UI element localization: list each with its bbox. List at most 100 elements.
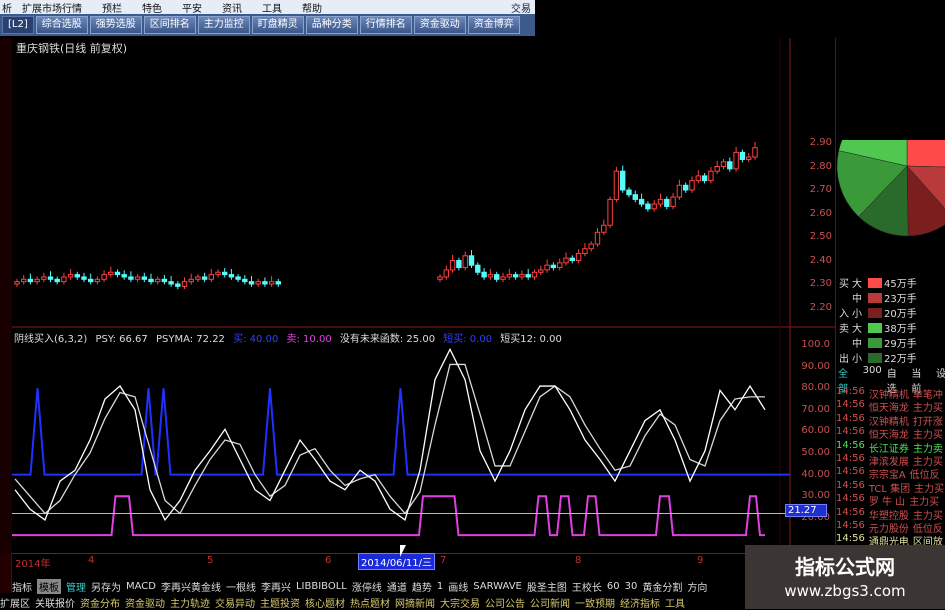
amount: 45万手 <box>884 279 917 290</box>
extension-tab[interactable]: 核心题材 <box>305 595 345 610</box>
candle <box>268 276 275 287</box>
ticker-row[interactable]: 14:56 元力股份 低位反 <box>836 520 944 535</box>
indicator-button[interactable]: 30 <box>625 581 638 592</box>
ticker-row[interactable]: 14:56 汉钟精机 单笔冲 <box>836 386 944 401</box>
indicator-header: 阴线买入(6,3,2) PSY: 66.67 PSYMA: 72.22 买: 4… <box>14 330 567 345</box>
extension-tab[interactable]: 经济指标 <box>620 595 660 610</box>
indicator-button-row: 指标 模板 管理 另存为 MACD 李再兴黄金线 一根线 李再兴 LIBBIBOLL 涨停线 通道趋… <box>12 578 707 594</box>
extension-tab[interactable]: 主力轨迹 <box>170 595 210 610</box>
indicator-button[interactable]: SARWAVE <box>473 581 522 592</box>
candle <box>544 259 550 273</box>
buysell-row: 入小 20万手 <box>836 305 945 320</box>
ticker-stock: TCL 集团 <box>868 483 911 495</box>
ticker-stock: 津滨发展 <box>868 456 909 468</box>
extension-tab[interactable]: 主题投资 <box>260 595 300 610</box>
ticker-time: 14:56 <box>836 479 865 491</box>
price-axis-label: 2.60 <box>809 207 832 219</box>
indicator-button[interactable]: 另存为 <box>91 579 121 594</box>
indicator-button[interactable]: 管理 <box>66 579 86 594</box>
candle <box>506 268 513 280</box>
candle <box>21 275 27 285</box>
extension-tab[interactable]: 扩展区 <box>0 595 30 610</box>
filter-tab[interactable]: 设 <box>936 365 945 380</box>
candle <box>727 157 733 172</box>
ticker-row[interactable]: 14:56 TCL 集团 主力买 <box>836 479 944 495</box>
extension-tab[interactable]: 资金分布 <box>80 595 120 610</box>
indicator-button[interactable]: 趋势 <box>412 579 432 594</box>
extension-tab[interactable]: 公司新闻 <box>530 595 570 610</box>
indicator-button[interactable]: 1 <box>437 581 443 592</box>
indicator-button[interactable]: 模板 <box>37 578 61 594</box>
extension-tab[interactable]: 大宗交易 <box>440 595 480 610</box>
color-swatch <box>868 322 882 333</box>
candle <box>733 146 739 172</box>
candle <box>188 273 194 285</box>
indicator-button[interactable]: 一根线 <box>226 579 256 594</box>
candle <box>54 276 60 285</box>
extension-tab[interactable]: 工具 <box>665 595 685 610</box>
candle <box>575 249 582 264</box>
ticker-row[interactable]: 14:56 恒天海龙 主力买 <box>836 426 944 441</box>
candle <box>34 276 40 285</box>
indicator-button[interactable]: 李再兴 <box>261 579 291 594</box>
ticker-row[interactable]: 14:56 华塑控股 主力买 <box>836 507 944 522</box>
indicator-button[interactable]: MACD <box>126 581 156 592</box>
filter-tab[interactable]: 300 <box>863 365 882 379</box>
ticker-row[interactable]: 14:56 长江证券 主力卖 <box>836 440 944 455</box>
candle <box>81 272 87 283</box>
extension-tab[interactable]: 交易异动 <box>215 595 255 610</box>
indicator-button[interactable]: 通道 <box>387 579 407 594</box>
filter-tab[interactable]: 全部 <box>838 365 858 395</box>
ticker-row[interactable]: 14:56 宗宗宝A 低位反 <box>836 466 944 481</box>
ticker-row[interactable]: 14:56 罗 牛 山主力买 <box>836 493 944 509</box>
ticker-stock: 元力股份 <box>868 523 909 535</box>
indicator-button[interactable]: 方向 <box>687 579 707 594</box>
indicator-button[interactable]: 60 <box>607 581 620 592</box>
candle <box>235 274 241 283</box>
indicator-button[interactable]: 画线 <box>448 579 468 594</box>
indicator-button[interactable]: 股圣主图 <box>527 579 567 594</box>
extension-tab[interactable]: 资金驱动 <box>125 595 165 610</box>
indicator-button[interactable]: 指标 <box>12 579 32 594</box>
extension-tab[interactable]: 网摘新闻 <box>395 595 435 610</box>
buy-signal-line <box>12 388 790 476</box>
extension-tab[interactable]: 一致预期 <box>575 595 615 610</box>
ticker-time: 14:56 <box>836 493 865 505</box>
cursor-value-box: 21.27 <box>785 504 827 517</box>
color-swatch <box>868 292 882 303</box>
indicator-button[interactable]: 王校长 <box>572 579 602 594</box>
indicator-button[interactable]: 涨停线 <box>352 579 382 594</box>
ticker-row[interactable]: 14:56 津滨发展 主力买 <box>836 453 944 468</box>
candle <box>168 276 174 287</box>
ticker-row[interactable]: 14:56 汉钟精机 打开涨 <box>836 413 944 428</box>
candle <box>525 268 531 280</box>
candle <box>161 275 168 285</box>
extension-tab[interactable]: 公司公告 <box>485 595 525 610</box>
candle <box>215 269 221 278</box>
extension-tab[interactable]: 热点题材 <box>350 595 390 610</box>
candle <box>201 272 208 283</box>
indicator-button[interactable]: 黄金分割 <box>642 579 682 594</box>
side-label: 入 <box>839 309 849 320</box>
ticker-type: 主力买 <box>909 497 940 509</box>
candle <box>487 268 494 280</box>
candle <box>519 270 525 280</box>
size-label: 大 <box>852 279 862 290</box>
filter-tab[interactable]: 当前 <box>911 365 931 395</box>
buysell-row: 中 29万手 <box>836 335 945 350</box>
date-label: 7 <box>440 555 447 566</box>
indicator-name[interactable]: 阴线买入(6,3,2) <box>14 334 87 345</box>
candle <box>275 278 282 287</box>
indicator-button[interactable]: LIBBIBOLL <box>296 581 347 592</box>
indicator-button[interactable]: 李再兴黄金线 <box>161 579 221 594</box>
sell-value: 卖: 10.00 <box>286 334 332 345</box>
psy-value: PSY: 66.67 <box>95 334 148 345</box>
candle <box>443 265 450 280</box>
filter-tab[interactable]: 自选 <box>887 365 907 395</box>
candle <box>683 182 689 193</box>
extension-tab[interactable]: 关联报价 <box>35 595 75 610</box>
indicator-axis-label: 60.00 <box>801 425 830 437</box>
ticker-row[interactable]: 14:56 恒天海龙 主力买 <box>836 399 944 414</box>
ticker-type: 打开涨 <box>912 416 943 428</box>
ticker-time: 14:56 <box>836 466 865 478</box>
